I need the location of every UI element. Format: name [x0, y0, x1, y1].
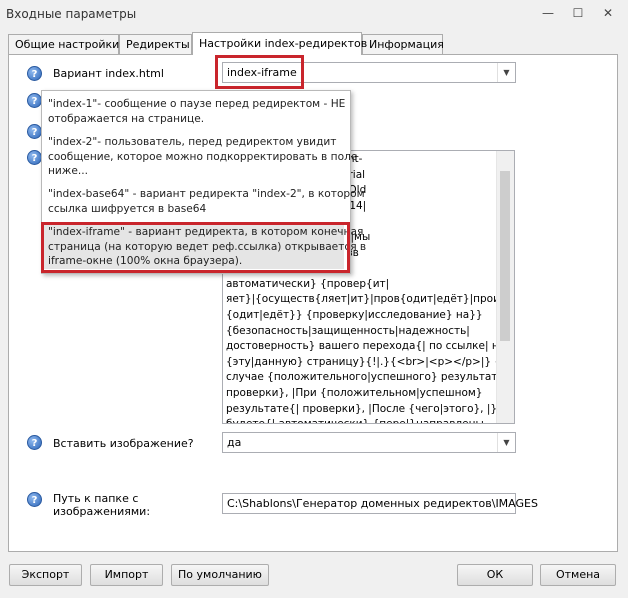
ok-button[interactable]: ОК: [457, 564, 533, 586]
dropdown-option-index-1[interactable]: "index-1"- сообщение о паузе перед редир…: [48, 97, 345, 126]
image-path-input[interactable]: C:\Shablons\Генератор доменных редиректо…: [222, 493, 538, 514]
window-title: Входные параметры: [6, 7, 137, 21]
image-path-label: Путь к папке с изображениями:: [53, 492, 151, 518]
vertical-scrollbar[interactable]: [496, 151, 514, 423]
tab-information[interactable]: Информация: [362, 34, 444, 54]
image-path-value: C:\Shablons\Генератор доменных редиректо…: [227, 497, 538, 510]
variant-label: Вариант index.html: [53, 67, 164, 80]
help-icon[interactable]: ?: [27, 66, 42, 81]
default-button[interactable]: По умолчанию: [171, 564, 269, 586]
highlight-box-variant: [215, 55, 304, 89]
close-icon[interactable]: ✕: [596, 4, 620, 22]
insert-image-label: Вставить изображение?: [53, 437, 194, 450]
restore-icon[interactable]: ☐: [566, 4, 590, 22]
minimize-icon[interactable]: —: [536, 4, 560, 22]
insert-image-value: да: [227, 436, 242, 449]
cancel-button[interactable]: Отмена: [540, 564, 616, 586]
chevron-down-icon[interactable]: ▼: [497, 63, 515, 82]
tab-general-settings[interactable]: Общие настройки: [8, 34, 119, 54]
highlight-box-option: [41, 222, 350, 273]
help-icon[interactable]: ?: [27, 492, 42, 507]
dropdown-option-index-base64[interactable]: "index-base64" - вариант редиректа "inde…: [48, 187, 365, 216]
window-titlebar: Входные параметры — ☐ ✕: [0, 0, 628, 28]
insert-image-select[interactable]: да ▼: [222, 432, 516, 453]
help-icon[interactable]: ?: [27, 435, 42, 450]
dropdown-option-index-2[interactable]: "index-2"- пользователь, перед редиректо…: [48, 135, 357, 179]
tab-redirects[interactable]: Редиректы: [119, 34, 192, 54]
tab-index-redirect-settings[interactable]: Настройки index-редиректов: [192, 32, 367, 55]
scrollbar-thumb[interactable]: [500, 171, 510, 341]
import-button[interactable]: Импорт: [90, 564, 163, 586]
help-icon[interactable]: ?: [27, 93, 42, 108]
export-button[interactable]: Экспорт: [9, 564, 82, 586]
chevron-down-icon[interactable]: ▼: [497, 433, 515, 452]
help-icon[interactable]: ?: [27, 150, 42, 165]
help-icon[interactable]: ?: [27, 124, 42, 139]
